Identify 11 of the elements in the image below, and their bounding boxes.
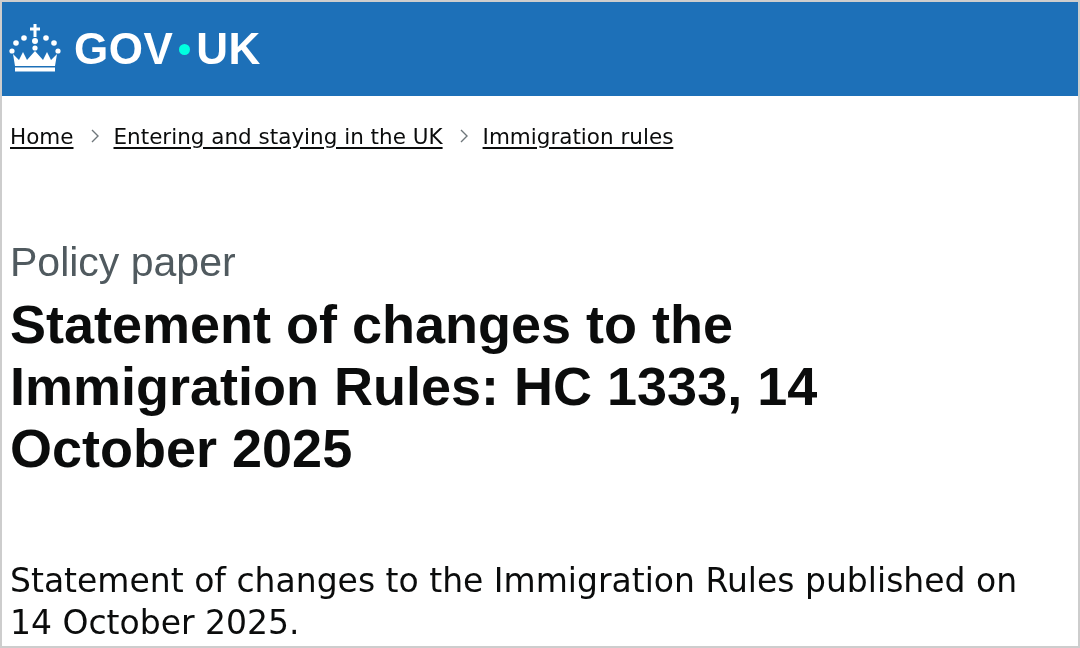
home-logo-link[interactable]: GOV UK xyxy=(9,26,261,72)
dot-icon xyxy=(179,43,191,55)
page-title: Statement of changes to the Immigration Rules: HC 1333, 14 October 2025 xyxy=(10,293,819,479)
breadcrumb-link[interactable]: Entering and staying in the UK xyxy=(113,123,443,149)
breadcrumb-link[interactable]: Immigration rules xyxy=(482,123,674,149)
crown-icon xyxy=(9,24,61,72)
chevron-icon xyxy=(90,129,99,143)
page-caption: Policy paper xyxy=(10,238,237,286)
chevron-icon xyxy=(459,129,468,143)
page-summary: Statement of changes to the Immigration Rules published on 14 October 2025. xyxy=(10,560,1019,644)
breadcrumb-link[interactable]: Home xyxy=(10,123,74,149)
